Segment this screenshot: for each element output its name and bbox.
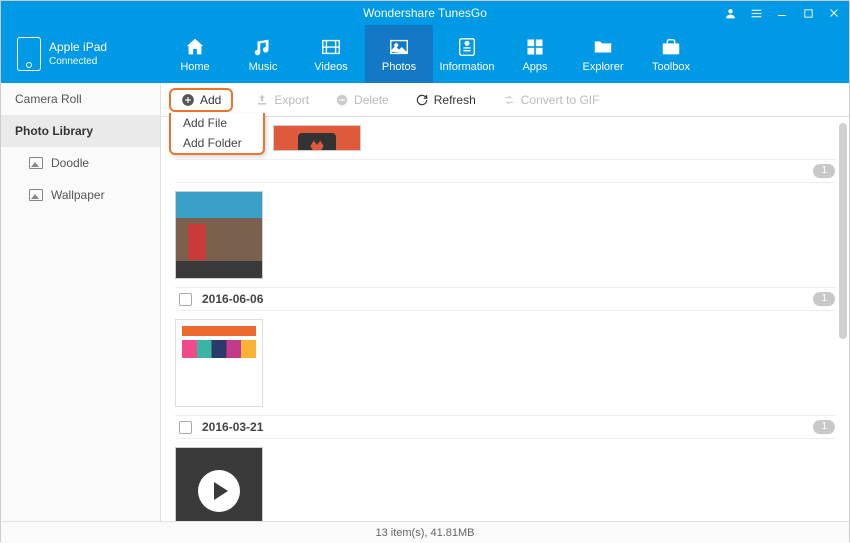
status-text: 13 item(s), 41.81MB xyxy=(375,527,474,539)
device-info[interactable]: Apple iPad Connected xyxy=(1,37,161,71)
thumb-row xyxy=(175,311,835,411)
toolbar-label: Refresh xyxy=(434,93,476,107)
tab-label: Photos xyxy=(382,61,416,73)
thumb-row xyxy=(175,183,835,283)
scrollbar[interactable] xyxy=(839,123,847,515)
close-icon[interactable] xyxy=(827,6,841,20)
menu-icon[interactable] xyxy=(749,6,763,20)
tab-photos[interactable]: Photos xyxy=(365,25,433,83)
export-icon xyxy=(255,93,269,107)
maximize-icon[interactable] xyxy=(801,6,815,20)
toolbar-label: Export xyxy=(274,93,309,107)
photos-icon xyxy=(387,36,411,58)
toolbar-label: Convert to GIF xyxy=(521,93,600,107)
home-icon xyxy=(183,36,207,58)
music-icon xyxy=(251,36,275,58)
device-name: Apple iPad xyxy=(49,40,107,56)
toolbar-label: Delete xyxy=(354,93,389,107)
section-header: 1 xyxy=(175,159,835,183)
tab-apps[interactable]: Apps xyxy=(501,25,569,83)
export-button: Export xyxy=(251,90,313,110)
add-button[interactable]: Add xyxy=(171,90,231,110)
add-folder-item[interactable]: Add Folder xyxy=(171,133,263,153)
add-file-item[interactable]: Add File xyxy=(171,113,263,133)
tab-music[interactable]: Music xyxy=(229,25,297,83)
add-button-highlight: Add xyxy=(169,88,233,112)
sidebar-item-label: Photo Library xyxy=(15,124,93,138)
tab-label: Music xyxy=(249,61,278,73)
tab-label: Toolbox xyxy=(652,61,690,73)
sidebar-item-label: Wallpaper xyxy=(51,188,105,202)
section-date: 2016-03-21 xyxy=(202,420,263,434)
explorer-icon xyxy=(591,36,615,58)
count-badge: 1 xyxy=(813,420,835,434)
count-badge: 1 xyxy=(813,164,835,178)
sidebar-item-photo-library[interactable]: Photo Library xyxy=(1,115,160,147)
toolbox-icon xyxy=(659,36,683,58)
sidebar-item-doodle[interactable]: Doodle xyxy=(1,147,160,179)
sidebar: Camera Roll Photo Library Doodle Wallpap… xyxy=(1,83,161,521)
statusbar: 13 item(s), 41.81MB xyxy=(1,521,849,543)
count-badge: 1 xyxy=(813,292,835,306)
delete-button: Delete xyxy=(331,90,393,110)
tab-toolbox[interactable]: Toolbox xyxy=(637,25,705,83)
apps-icon xyxy=(523,36,547,58)
tab-home[interactable]: Home xyxy=(161,25,229,83)
nav-tabs: Home Music Videos Photos Information App… xyxy=(161,25,849,83)
minimize-icon[interactable] xyxy=(775,6,789,20)
section-date: 2016-06-06 xyxy=(202,292,263,306)
play-icon xyxy=(198,470,240,512)
thumb-row xyxy=(175,439,835,521)
convert-gif-button: Convert to GIF xyxy=(498,90,604,110)
tab-label: Home xyxy=(180,61,209,73)
sidebar-item-label: Doodle xyxy=(51,156,89,170)
tab-label: Explorer xyxy=(583,61,624,73)
section-header: 2016-03-21 1 xyxy=(175,415,835,439)
toolbar-label: Add xyxy=(200,93,221,107)
device-status: Connected xyxy=(49,55,107,68)
photo-list[interactable]: 1 2016-06-06 1 2016-03-21 1 xyxy=(161,117,849,521)
tablet-icon xyxy=(17,37,41,71)
user-icon[interactable] xyxy=(723,6,737,20)
delete-icon xyxy=(335,93,349,107)
thumb-row xyxy=(175,117,835,155)
add-dropdown: Add File Add Folder xyxy=(169,113,265,155)
album-icon xyxy=(29,157,43,169)
device-text: Apple iPad Connected xyxy=(49,40,107,69)
app-title: Wondershare TunesGo xyxy=(363,6,487,20)
tab-explorer[interactable]: Explorer xyxy=(569,25,637,83)
tab-label: Information xyxy=(439,61,494,73)
titlebar-controls xyxy=(723,6,841,20)
photo-thumb[interactable] xyxy=(175,319,263,407)
toolbar: Add Export Delete Refresh Convert to GIF… xyxy=(161,83,849,117)
section-checkbox[interactable] xyxy=(179,293,192,306)
refresh-button[interactable]: Refresh xyxy=(411,90,480,110)
refresh-icon xyxy=(415,93,429,107)
section-header: 2016-06-06 1 xyxy=(175,287,835,311)
header: Apple iPad Connected Home Music Videos P… xyxy=(1,25,849,83)
tab-videos[interactable]: Videos xyxy=(297,25,365,83)
tab-label: Videos xyxy=(314,61,347,73)
tab-label: Apps xyxy=(522,61,547,73)
section-checkbox[interactable] xyxy=(179,421,192,434)
titlebar: Wondershare TunesGo xyxy=(1,1,849,25)
convert-icon xyxy=(502,93,516,107)
album-icon xyxy=(29,189,43,201)
photo-thumb[interactable] xyxy=(273,125,361,151)
sidebar-item-label: Camera Roll xyxy=(15,92,82,106)
sidebar-item-wallpaper[interactable]: Wallpaper xyxy=(1,179,160,211)
workspace: Camera Roll Photo Library Doodle Wallpap… xyxy=(1,83,849,521)
videos-icon xyxy=(319,36,343,58)
video-thumb[interactable] xyxy=(175,447,263,521)
photo-thumb[interactable] xyxy=(175,191,263,279)
sidebar-item-camera-roll[interactable]: Camera Roll xyxy=(1,83,160,115)
content: Add Export Delete Refresh Convert to GIF… xyxy=(161,83,849,521)
tab-information[interactable]: Information xyxy=(433,25,501,83)
plus-circle-icon xyxy=(181,93,195,107)
information-icon xyxy=(455,36,479,58)
